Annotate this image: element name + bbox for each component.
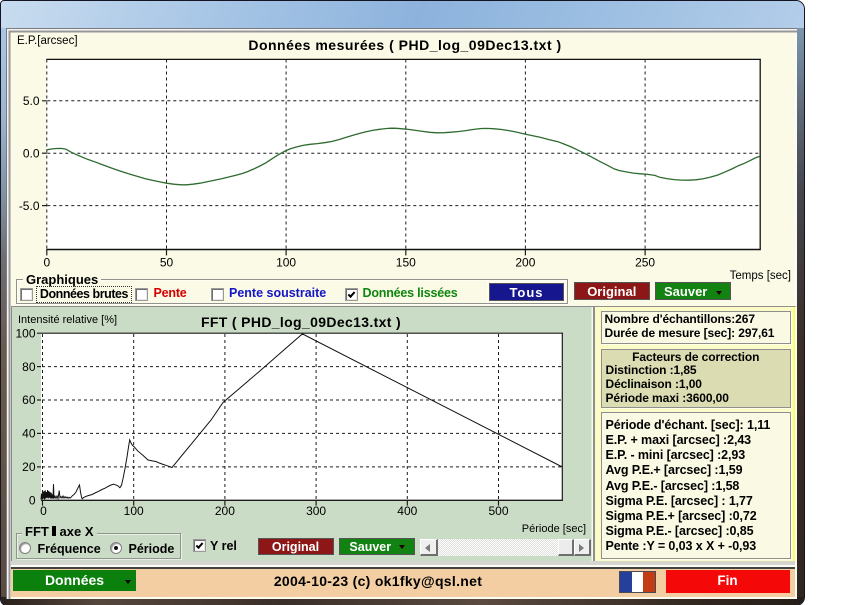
svg-text:0: 0 bbox=[29, 494, 36, 508]
svg-text:0: 0 bbox=[43, 256, 50, 270]
svg-text:150: 150 bbox=[396, 256, 416, 270]
svg-text:0.0: 0.0 bbox=[23, 146, 40, 160]
svg-text:80: 80 bbox=[22, 360, 36, 374]
svg-text:300: 300 bbox=[306, 504, 326, 518]
svg-text:5.0: 5.0 bbox=[23, 94, 40, 108]
svg-text:200: 200 bbox=[215, 504, 235, 518]
svg-text:20: 20 bbox=[22, 460, 36, 474]
svg-text:50: 50 bbox=[160, 256, 174, 270]
svg-text:100: 100 bbox=[276, 256, 296, 270]
svg-text:100: 100 bbox=[15, 326, 35, 340]
svg-text:-5.0: -5.0 bbox=[19, 199, 40, 213]
svg-text:250: 250 bbox=[635, 256, 655, 270]
svg-text:40: 40 bbox=[22, 427, 36, 441]
svg-text:100: 100 bbox=[124, 504, 144, 518]
svg-text:200: 200 bbox=[515, 256, 535, 270]
svg-text:400: 400 bbox=[397, 504, 417, 518]
svg-text:60: 60 bbox=[22, 393, 36, 407]
svg-text:0: 0 bbox=[40, 504, 47, 518]
svg-text:500: 500 bbox=[488, 504, 508, 518]
